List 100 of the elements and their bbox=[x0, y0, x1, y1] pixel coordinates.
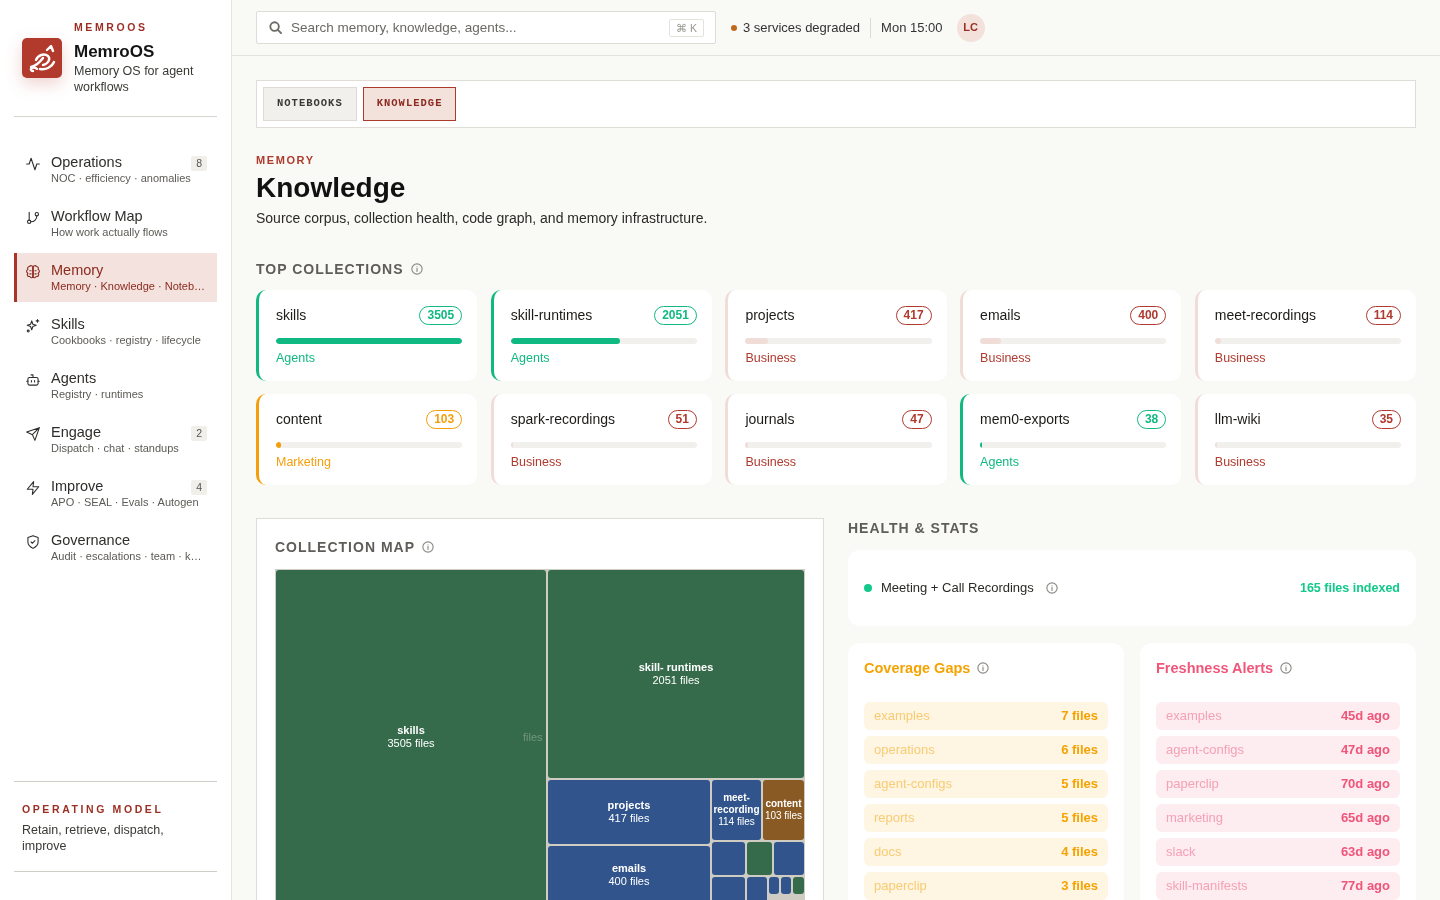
collection-name: operations bbox=[874, 741, 935, 760]
tile-count: 103 files bbox=[764, 810, 803, 822]
pulse-icon bbox=[26, 157, 40, 171]
nav-item[interactable]: Improve APO · SEAL · Evals · Autogen 4 bbox=[14, 469, 217, 518]
collection-name: agent-configs bbox=[874, 775, 953, 794]
collection-name: skill-manifests bbox=[1166, 877, 1248, 896]
page-subtitle: Source corpus, collection health, code graph, and memory infrastructure. bbox=[256, 209, 709, 227]
row-value: 47d ago bbox=[1340, 741, 1390, 760]
collection-name: reports bbox=[874, 809, 915, 828]
panel-title: Freshness Alerts bbox=[1156, 659, 1274, 677]
collection-name: llm-wiki bbox=[1214, 410, 1261, 429]
info-icon bbox=[410, 263, 423, 275]
keyboard-shortcut: ⌘ K bbox=[669, 19, 704, 37]
clock-text: Mon 15:00 bbox=[881, 18, 943, 37]
tile-count: 400 files bbox=[608, 875, 650, 888]
category-label: Business bbox=[745, 454, 798, 470]
nav-item[interactable]: Workflow Map How work actually flows bbox=[14, 199, 217, 248]
row-value: 3 files bbox=[1061, 877, 1098, 896]
app-name: MemroOS bbox=[74, 42, 156, 62]
row-value: 4 files bbox=[1061, 843, 1098, 862]
nav-item[interactable]: Agents Registry · runtimes bbox=[14, 361, 217, 410]
collection-name: journals bbox=[745, 410, 795, 429]
tile-label: projects bbox=[607, 799, 651, 812]
tile-label: content bbox=[765, 798, 802, 810]
section-title: HEALTH & STATS bbox=[848, 519, 980, 538]
category-label: Agents bbox=[510, 350, 551, 366]
tile-count: 114 files bbox=[718, 816, 755, 828]
nav-item[interactable]: Skills Cookbooks · registry · lifecycle bbox=[14, 307, 217, 356]
nav-item[interactable]: Engage Dispatch · chat · standups 2 bbox=[14, 415, 217, 464]
collection-name: agent-configs bbox=[1166, 741, 1245, 760]
row-value: 5 files bbox=[1061, 775, 1098, 794]
robot-icon bbox=[26, 373, 40, 387]
panel-title: Coverage Gaps bbox=[864, 659, 971, 677]
collection-name: examples bbox=[874, 707, 930, 726]
info-icon bbox=[1280, 662, 1293, 674]
paper-plane-icon bbox=[26, 427, 40, 441]
tile-count: 2051 files bbox=[652, 674, 700, 687]
brand-kicker: MEMROOS bbox=[74, 20, 149, 34]
collection-name: docs bbox=[874, 843, 902, 862]
collection-name: content bbox=[276, 410, 322, 429]
collection-name: meet-recordings bbox=[1214, 306, 1316, 325]
nav-item[interactable]: Memory Memory · Knowledge · Noteb… bbox=[14, 253, 217, 302]
collection-name: paperclip bbox=[874, 877, 927, 896]
collection-name: projects bbox=[745, 306, 795, 325]
row-value: 65d ago bbox=[1340, 809, 1390, 828]
collection-name: examples bbox=[1166, 707, 1222, 726]
collection-name: marketing bbox=[1166, 809, 1224, 828]
count-badge: 4 bbox=[191, 480, 207, 495]
category-label: Agents bbox=[276, 350, 316, 366]
collection-name: mem0-exports bbox=[980, 410, 1070, 429]
section-title: COLLECTION MAP bbox=[275, 538, 415, 557]
row-value: 45d ago bbox=[1340, 707, 1390, 726]
count-badge: 8 bbox=[191, 156, 207, 171]
collection-name: skills bbox=[276, 306, 307, 325]
nav-item[interactable]: Operations NOC · efficiency · anomalies 8 bbox=[14, 145, 217, 194]
collection-name: slack bbox=[1166, 843, 1196, 862]
section-kicker: OPERATING MODEL bbox=[22, 802, 165, 816]
tile-label: emails bbox=[611, 862, 647, 875]
info-icon bbox=[1045, 582, 1058, 594]
app-tagline: Memory OS for agent workflows bbox=[74, 63, 195, 95]
category-label: Business bbox=[745, 350, 798, 366]
search-icon bbox=[269, 21, 282, 34]
indexed-count: 165 files indexed bbox=[1299, 579, 1400, 597]
collection-name: emails bbox=[980, 306, 1021, 325]
category-label: Business bbox=[1214, 454, 1267, 470]
logo-icon bbox=[22, 38, 62, 78]
row-value: 6 files bbox=[1061, 741, 1098, 760]
status-text: 3 services degraded bbox=[743, 18, 861, 37]
lightning-icon bbox=[26, 481, 40, 495]
row-value: 70d ago bbox=[1340, 775, 1390, 794]
sparkles-icon bbox=[26, 319, 40, 333]
category-label: Business bbox=[980, 350, 1032, 366]
shield-check-icon bbox=[26, 535, 40, 549]
category-label: Business bbox=[1214, 350, 1267, 366]
page-title: Knowledge bbox=[256, 171, 407, 205]
info-icon bbox=[977, 662, 990, 674]
user-avatar[interactable]: LC bbox=[956, 13, 985, 42]
row-value: 5 files bbox=[1061, 809, 1098, 828]
tile-count: 3505 files bbox=[387, 737, 435, 750]
row-value: 63d ago bbox=[1340, 843, 1390, 862]
branch-icon bbox=[26, 211, 40, 225]
category-label: Agents bbox=[980, 454, 1020, 470]
nav-item[interactable]: Governance Audit · escalations · team · k… bbox=[14, 523, 217, 572]
tile-label: skills bbox=[397, 724, 425, 737]
tile-label: meet-recording bbox=[712, 792, 761, 816]
category-label: Business bbox=[510, 454, 563, 470]
count-badge: 2 bbox=[191, 426, 207, 441]
category-label: Marketing bbox=[276, 454, 332, 470]
info-icon bbox=[422, 541, 434, 553]
brain-icon bbox=[26, 265, 40, 279]
source-name: Meeting + Call Recordings bbox=[881, 579, 1034, 598]
row-value: 77d ago bbox=[1340, 877, 1390, 896]
tile-label: skill- runtimes bbox=[638, 661, 714, 674]
section-title: TOP COLLECTIONS bbox=[256, 261, 404, 277]
collection-name: spark-recordings bbox=[510, 410, 615, 429]
tile-count: 417 files bbox=[608, 812, 650, 825]
tab[interactable]: NOTEBOOKS bbox=[263, 87, 357, 121]
page-kicker: MEMORY bbox=[256, 153, 316, 167]
tab[interactable]: KNOWLEDGE bbox=[362, 87, 457, 121]
footer-text: Retain, retrieve, dispatch, improve bbox=[22, 822, 165, 854]
